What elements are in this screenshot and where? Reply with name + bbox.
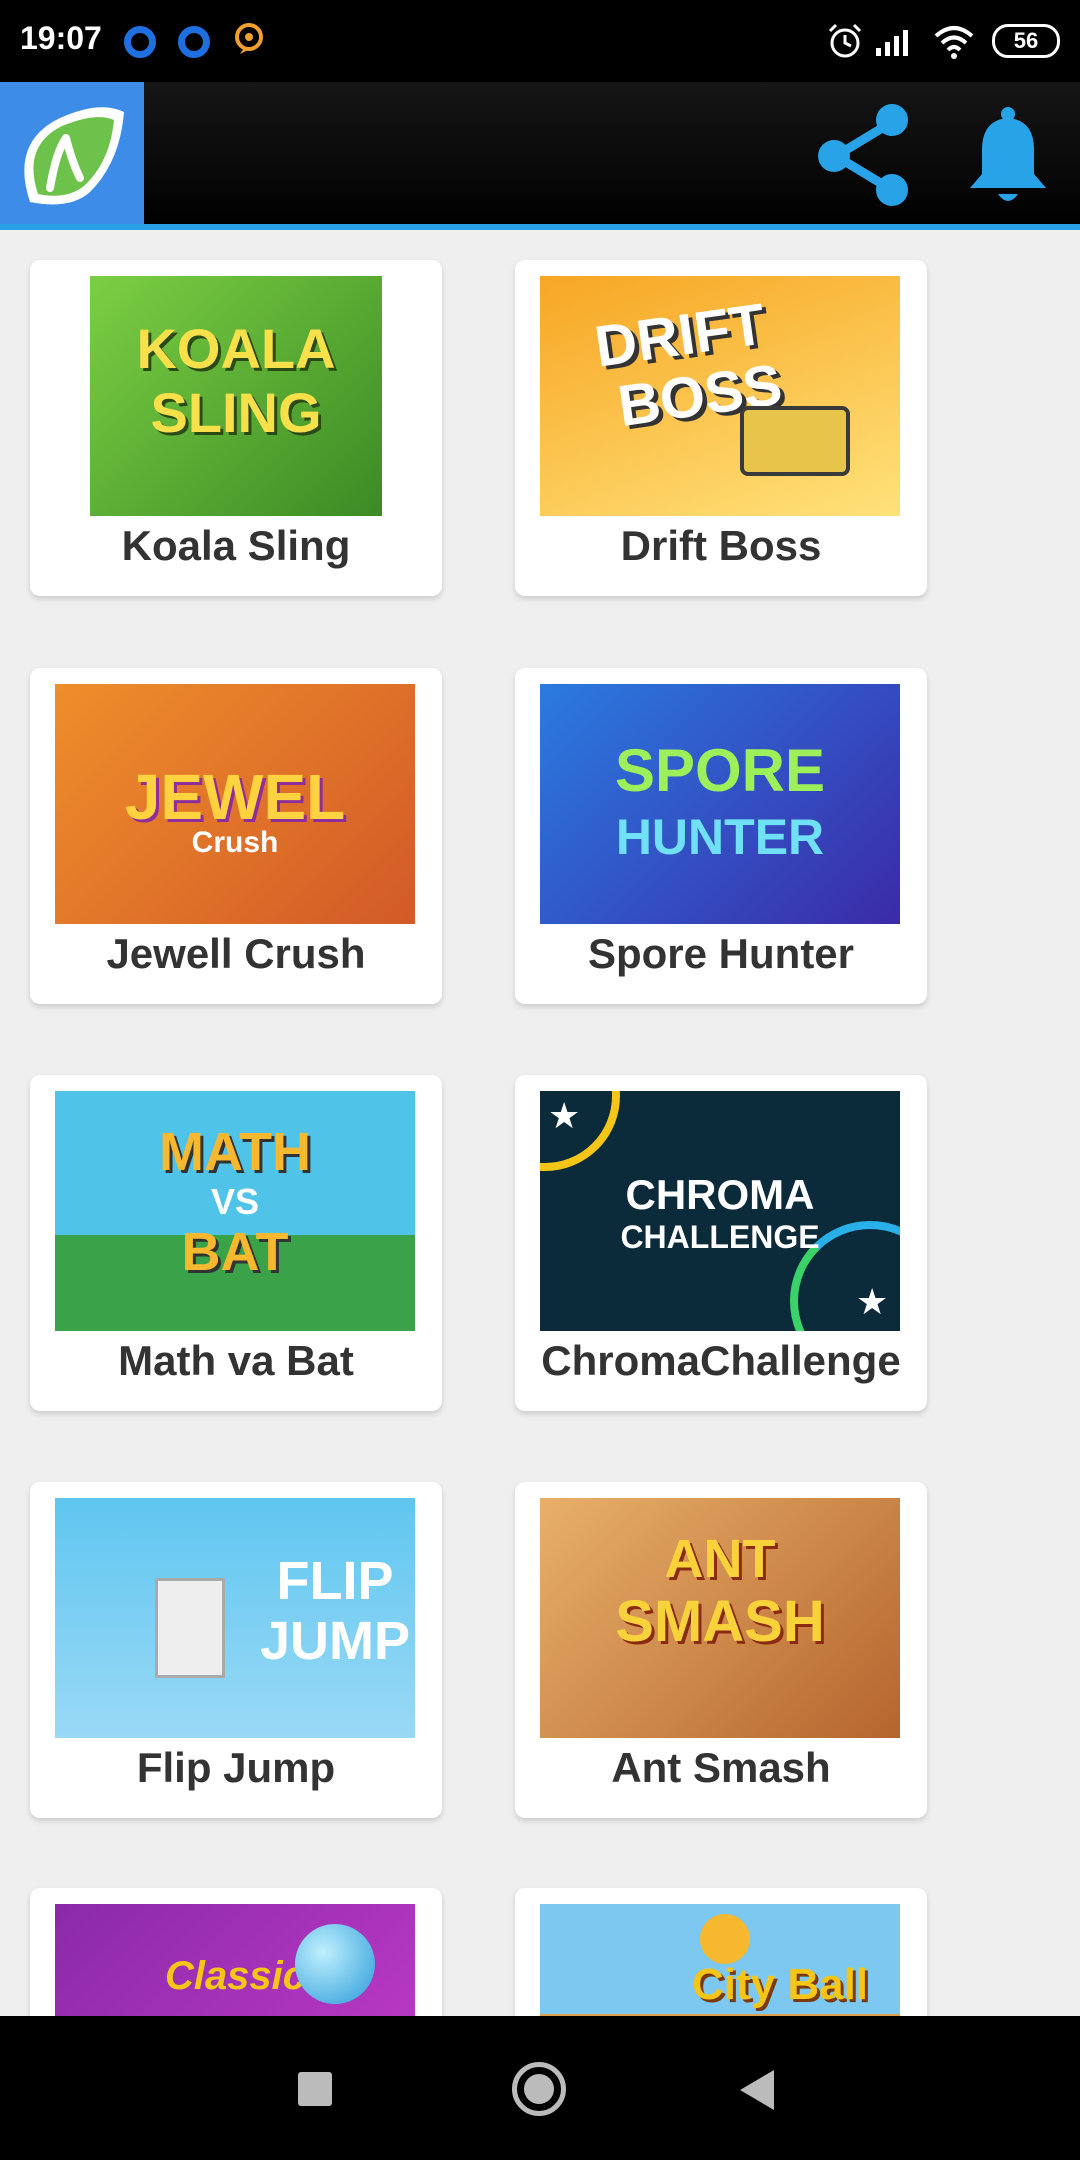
home-circle-icon[interactable]	[512, 2062, 566, 2116]
thumbnail-text: HUNTER	[615, 809, 825, 865]
thumbnail-text: Crush	[191, 826, 279, 859]
share-icon[interactable]	[812, 100, 916, 210]
star-icon: ★	[548, 1095, 581, 1136]
back-triangle-icon[interactable]	[740, 2070, 774, 2110]
logo-button[interactable]	[0, 82, 144, 228]
game-card-math-va-bat[interactable]: MATH VS BAT Math va Bat	[30, 1075, 442, 1411]
car-graphic	[740, 406, 850, 476]
sun-graphic	[700, 1914, 750, 1964]
game-title: Math va Bat	[118, 1337, 354, 1384]
thumbnail-text: CHALLENGE	[620, 1219, 820, 1255]
game-title: Spore Hunter	[587, 930, 855, 977]
game-card-jewell-crush[interactable]: JEWEL Crush Jewell Crush	[30, 668, 442, 1004]
star-icon: ★	[856, 1281, 889, 1322]
thumbnail-text: BAT	[181, 1222, 289, 1282]
game-title: Jewell Crush	[106, 930, 366, 977]
game-card-drift-boss[interactable]: DRIFT BOSS Drift Boss	[515, 260, 927, 596]
game-title: Flip Jump	[136, 1744, 336, 1791]
thumbnail-text: SMASH	[615, 1589, 825, 1654]
app-bar	[0, 82, 1080, 228]
chat-icon	[235, 23, 263, 54]
game-card-koala-sling[interactable]: KOALA SLING Koala Sling	[30, 260, 442, 596]
notification-circle-icon	[178, 26, 210, 58]
wifi-icon	[934, 26, 974, 59]
leaf-logo-icon	[24, 107, 124, 205]
ball-graphic	[295, 1924, 375, 2004]
thumbnail-text: CHROMA	[625, 1171, 815, 1218]
thumbnail-text: SLING	[150, 381, 322, 444]
thumbnail-text: VS	[210, 1181, 260, 1222]
game-thumbnail: CHROMA CHALLENGE ★ ★	[540, 1091, 900, 1331]
game-thumbnail: KOALA SLING	[90, 276, 382, 516]
thumbnail-text: KOALA	[136, 317, 336, 380]
game-thumbnail: ANT SMASH	[540, 1498, 900, 1738]
status-bar: 19:07 56	[0, 0, 1080, 82]
game-card-spore-hunter[interactable]: SPORE HUNTER Spore Hunter	[515, 668, 927, 1004]
app-bar-divider	[0, 224, 1080, 230]
alarm-icon	[828, 23, 862, 58]
notification-circle-icon	[124, 26, 156, 58]
game-title: Koala Sling	[121, 522, 351, 569]
thumbnail-text: FLIP	[276, 1551, 394, 1611]
bell-icon[interactable]	[960, 104, 1056, 208]
game-thumbnail: DRIFT BOSS	[540, 276, 900, 516]
game-thumbnail: MATH VS BAT	[55, 1091, 415, 1331]
game-card-flip-jump[interactable]: FLIP JUMP Flip Jump	[30, 1482, 442, 1818]
recents-square-icon[interactable]	[298, 2072, 332, 2106]
game-thumbnail: SPORE HUNTER	[540, 684, 900, 924]
game-title: ChromaChallenge	[541, 1337, 901, 1384]
status-time: 19:07	[20, 20, 102, 56]
thumbnail-text: JEWEL	[124, 761, 346, 833]
thumbnail-text: MATH	[159, 1122, 311, 1182]
game-card-chromachallenge[interactable]: CHROMA CHALLENGE ★ ★ ChromaChallenge	[515, 1075, 927, 1411]
game-thumbnail: FLIP JUMP	[55, 1498, 415, 1738]
game-thumbnail: JEWEL Crush	[55, 684, 415, 924]
game-title: Ant Smash	[611, 1744, 831, 1791]
thumbnail-text: JUMP	[259, 1611, 411, 1671]
thumbnail-text: SPORE	[614, 737, 826, 804]
game-card-ant-smash[interactable]: ANT SMASH Ant Smash	[515, 1482, 927, 1818]
thumbnail-text: City Ball	[691, 1960, 869, 2009]
thumbnail-text: ANT	[664, 1529, 776, 1589]
battery-icon: 56	[992, 24, 1060, 58]
game-title: Drift Boss	[620, 522, 822, 569]
signal-icon	[876, 30, 908, 56]
